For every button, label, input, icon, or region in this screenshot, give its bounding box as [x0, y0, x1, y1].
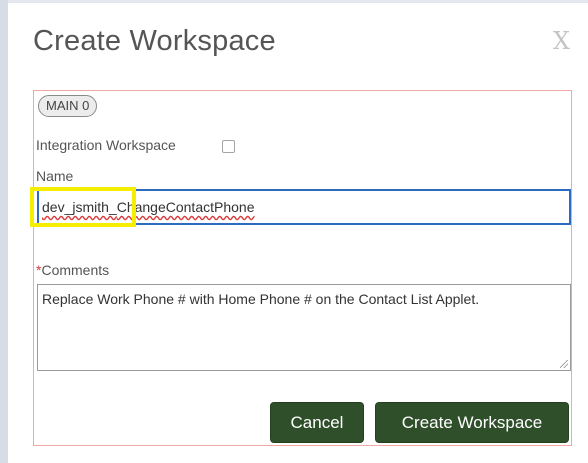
- comments-label-row: *Comments: [36, 262, 109, 278]
- create-workspace-button[interactable]: Create Workspace: [375, 402, 569, 443]
- close-icon[interactable]: X: [553, 29, 570, 53]
- name-input[interactable]: dev_jsmith_ChangeContactPhone: [37, 189, 571, 225]
- create-workspace-dialog: Create Workspace X MAIN 0 Integration Wo…: [8, 3, 588, 463]
- branch-badge: MAIN 0: [38, 95, 98, 117]
- integration-workspace-checkbox[interactable]: [222, 140, 235, 153]
- dialog-title: Create Workspace: [33, 25, 276, 57]
- name-label: Name: [36, 168, 74, 184]
- cancel-button[interactable]: Cancel: [270, 402, 364, 443]
- form-panel: MAIN 0 Integration Workspace Name dev_js…: [33, 90, 572, 446]
- comments-text: Replace Work Phone # with Home Phone # o…: [42, 291, 480, 307]
- comments-label: Comments: [41, 262, 110, 278]
- name-suffix-text: ChangeContactPhone: [116, 199, 255, 215]
- resize-handle-icon[interactable]: [560, 360, 568, 368]
- name-prefix-text: dev_jsmith_: [42, 199, 117, 215]
- integration-workspace-label: Integration Workspace: [36, 137, 176, 153]
- comments-textarea[interactable]: Replace Work Phone # with Home Phone # o…: [37, 284, 571, 371]
